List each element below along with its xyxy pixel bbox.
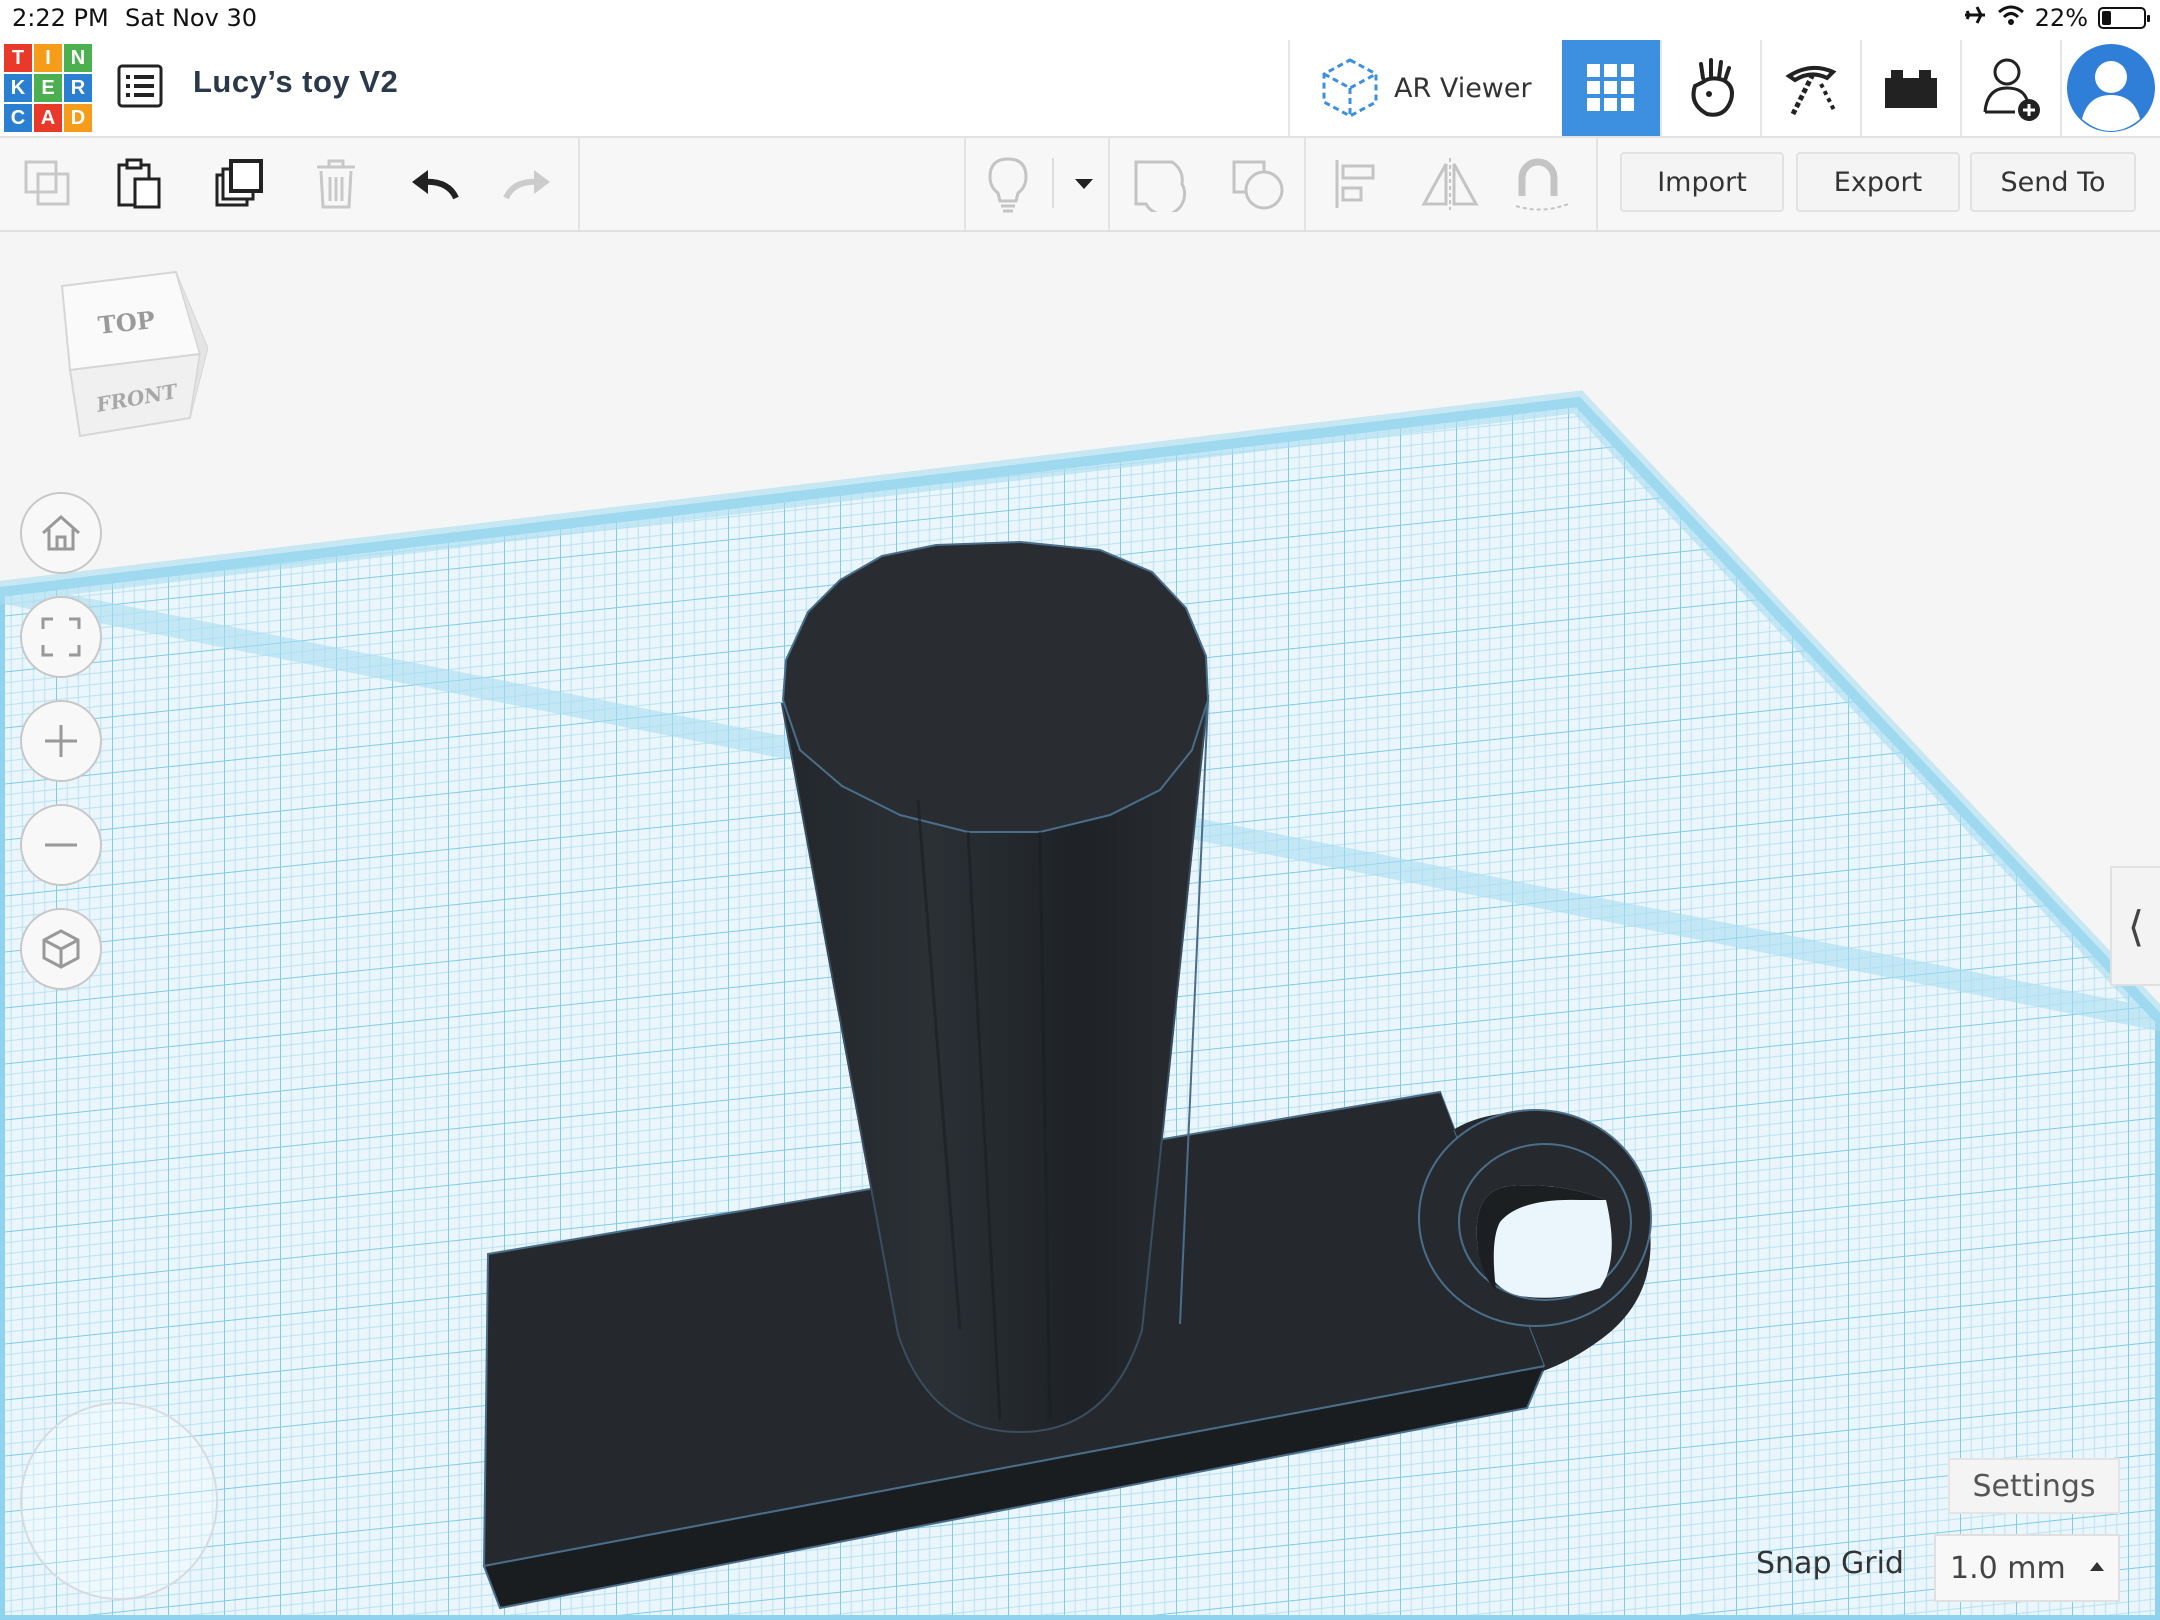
toolbar-divider [578,138,580,230]
caret-up-icon [2090,1562,2104,1571]
list-icon [117,64,163,108]
status-right: 22% [1963,4,2150,32]
lego-brick-icon [1885,70,1937,108]
zoom-out-button[interactable] [20,804,102,886]
view-cube-top-label: TOP [96,305,157,340]
pickaxe-icon [1785,65,1837,116]
3d-design-view-button[interactable] [1562,40,1660,136]
airplane-icon [1963,4,1987,32]
notes-dropdown-button[interactable] [1054,154,1114,214]
ar-viewer-label: AR Viewer [1394,72,1532,104]
project-title[interactable]: Lucy’s toy V2 [193,64,398,100]
logo-letter: E [34,74,62,102]
undo-button[interactable] [404,154,464,214]
undo-icon [412,170,459,200]
ungroup-icon [1232,160,1284,210]
blocks-icon [1691,58,1734,117]
lightbulb-icon [988,157,1028,213]
logo-letter: C [4,104,32,132]
fit-icon [41,617,81,657]
group-icon [1134,160,1187,212]
user-avatar-icon [2067,44,2155,132]
perspective-cube-icon [42,929,80,969]
navigation-joystick[interactable] [20,1402,218,1600]
redo-button[interactable] [498,154,558,214]
logo-letter: A [34,104,62,132]
toolbar-divider [964,138,966,230]
delete-button[interactable] [306,154,366,214]
ar-cube-icon [1322,58,1378,118]
logo-letter: D [64,104,92,132]
logo-letter: K [4,74,32,102]
ar-viewer-button[interactable]: AR Viewer [1290,40,1560,136]
trash-icon [317,159,355,209]
toolbar-divider [1596,138,1598,230]
mirror-button[interactable] [1420,154,1480,214]
logo-letter: N [64,44,92,72]
import-button[interactable]: Import [1620,152,1784,212]
home-view-button[interactable] [20,492,102,574]
notes-button[interactable] [978,154,1038,214]
logo-letter: R [64,74,92,102]
settings-button[interactable]: Settings [1948,1458,2120,1514]
add-user-icon [1983,58,2040,121]
app-header: TIN KER CAD Lucy’s toy V2 AR Viewer [0,40,2160,138]
ortho-view-button[interactable] [20,908,102,990]
status-bar: 2:22 PM Sat Nov 30 22% [0,0,2160,40]
chevron-left-icon: ⟨ [2127,901,2145,951]
home-icon [42,514,80,551]
bricks-view-button[interactable] [1762,40,1860,136]
grid-icon [1587,64,1634,111]
paste-icon [117,158,161,209]
ungroup-button[interactable] [1228,154,1288,214]
logo-letter: I [34,44,62,72]
duplicate-button[interactable] [210,154,270,214]
tinkercad-logo[interactable]: TIN KER CAD [4,44,92,132]
toolbar-divider [1304,138,1306,230]
zoom-in-button[interactable] [20,700,102,782]
shapes-panel-toggle[interactable]: ⟨ [2110,866,2160,986]
fit-view-button[interactable] [20,596,102,678]
wifi-icon [1997,4,2025,32]
blocks-view-button[interactable] [1662,40,1760,136]
lego-view-button[interactable] [1862,40,1960,136]
snap-grid-value: 1.0 mm [1950,1550,2066,1586]
caret-down-icon [1075,179,1093,189]
logo-letter: T [4,44,32,72]
copy-button[interactable] [18,154,78,214]
add-user-button[interactable] [1962,40,2060,136]
workplane-canvas[interactable] [0,232,2160,1620]
toolbar-divider [1108,138,1110,230]
user-avatar-button[interactable] [2062,40,2160,136]
align-icon [1335,160,1375,208]
mirror-icon [1421,158,1479,210]
status-time: 2:22 PM [12,4,109,32]
align-button[interactable] [1326,154,1386,214]
workspace: TOP FRONT ⟨ Settings Snap Grid 1.0 mm [0,232,2160,1620]
send-to-button[interactable]: Send To [1970,152,2136,212]
paste-button[interactable] [110,154,170,214]
export-button[interactable]: Export [1796,152,1960,212]
edit-toolbar: Import Export Send To [0,138,2160,232]
magnet-icon [1515,158,1569,211]
duplicate-icon [215,159,263,207]
design-list-button[interactable] [116,62,164,110]
battery-icon [2098,7,2150,29]
copy-icon [24,160,70,206]
minus-icon [45,843,77,847]
redo-icon [503,170,550,200]
snap-grid-select[interactable]: 1.0 mm [1934,1534,2120,1602]
group-button[interactable] [1130,154,1190,214]
snap-grid-label: Snap Grid [1756,1546,1904,1581]
status-date: Sat Nov 30 [125,4,257,32]
cruise-button[interactable] [1512,154,1572,214]
view-cube[interactable] [58,268,208,438]
plus-icon [45,725,77,757]
battery-percent: 22% [2034,4,2088,32]
